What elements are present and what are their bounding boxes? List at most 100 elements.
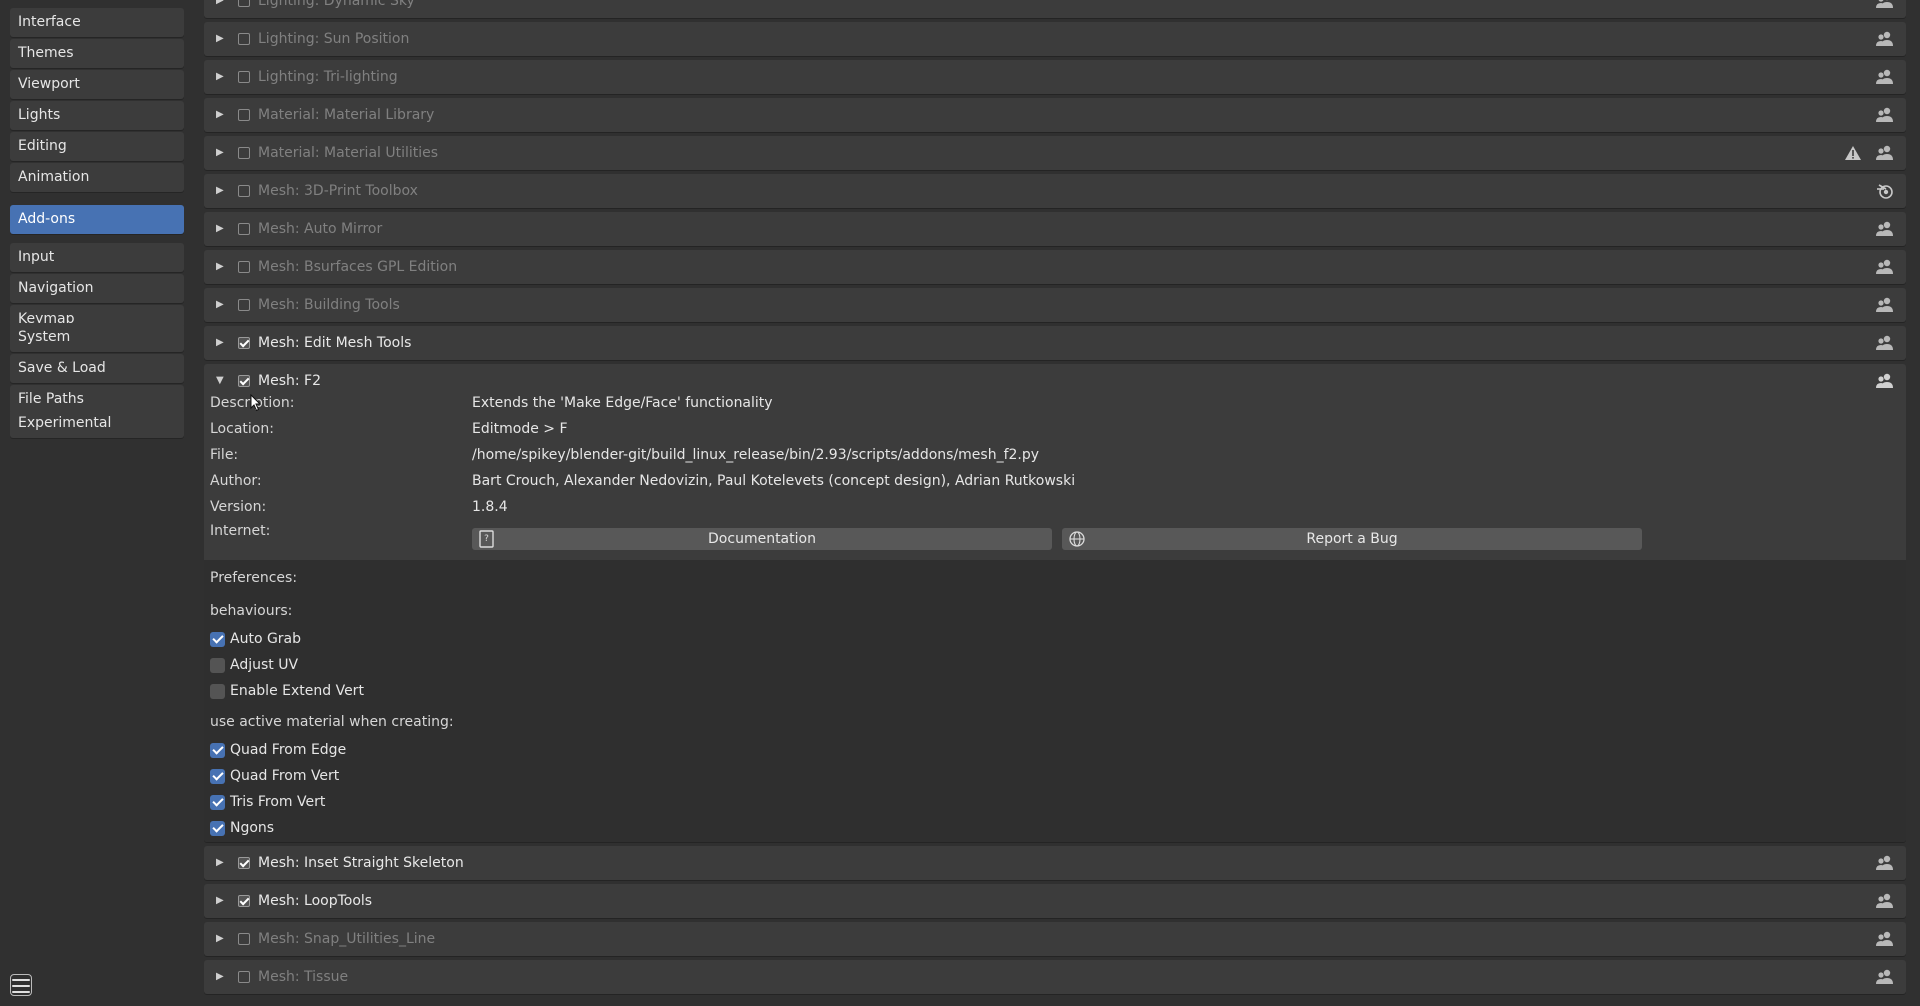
svg-text:?: ? [484,534,489,544]
enable-checkbox[interactable] [238,933,250,945]
sidebar-item-experimental[interactable]: Experimental [10,409,184,438]
checkbox[interactable] [210,769,225,784]
addon-name: Material: Material Utilities [258,145,439,161]
enable-checkbox[interactable] [238,971,250,983]
addon-name: Mesh: LoopTools [258,893,373,909]
addon-row[interactable]: ▶ Mesh: LoopTools [204,884,1906,918]
community-icon [1876,297,1893,312]
help-document-icon: ? [479,530,494,548]
addon-name: Lighting: Dynamic Sky [258,0,415,9]
addon-row[interactable]: ▶ Material: Material Library [204,98,1906,132]
checkbox[interactable] [210,743,225,758]
info-value: Editmode > F [472,421,568,437]
info-label: Location: [210,421,274,437]
expand-triangle-icon[interactable]: ▶ [216,960,224,994]
enable-checkbox[interactable] [238,375,250,387]
addon-row[interactable]: ▶ Mesh: Edit Mesh Tools [204,326,1906,360]
hamburger-menu-icon[interactable] [10,974,32,996]
checkbox-label: Adjust UV [230,657,299,673]
checkbox-label: Ngons [230,820,275,836]
addon-row[interactable]: ▶ Mesh: Tissue [204,960,1906,994]
enable-checkbox[interactable] [238,857,250,869]
addon-name: Material: Material Library [258,107,435,123]
community-icon [1876,31,1893,46]
checkbox[interactable] [210,632,225,647]
expand-triangle-icon[interactable]: ▶ [216,884,224,918]
info-value: Bart Crouch, Alexander Nedovizin, Paul K… [472,473,1076,489]
enable-checkbox[interactable] [238,337,250,349]
info-row: Author: Bart Crouch, Alexander Nedovizin,… [210,468,1900,494]
sidebar-item-add-ons[interactable]: Add-ons [10,205,184,234]
enable-checkbox[interactable] [238,33,250,45]
expand-triangle-icon[interactable]: ▶ [216,174,224,208]
addon-row[interactable]: ▶ Mesh: Bsurfaces GPL Edition [204,250,1906,284]
checkbox[interactable] [210,795,225,810]
sidebar-item-input[interactable]: Input [10,243,184,272]
enable-checkbox[interactable] [238,895,250,907]
internet-row: Internet: [210,518,1900,544]
addon-row[interactable]: ▶ Lighting: Sun Position [204,22,1906,56]
community-icon [1876,373,1893,388]
expand-triangle-icon[interactable]: ▶ [216,212,224,246]
addon-name: Mesh: Bsurfaces GPL Edition [258,259,458,275]
enable-checkbox[interactable] [238,109,250,121]
checkbox[interactable] [210,821,225,836]
expand-triangle-icon[interactable]: ▶ [216,326,224,360]
report-bug-label: Report a Bug [1306,531,1398,547]
community-icon [1876,145,1893,160]
sidebar-item-navigation[interactable]: Navigation [10,274,184,303]
expand-triangle-icon[interactable]: ▶ [216,98,224,132]
sidebar-item-animation[interactable]: Animation [10,163,184,192]
addon-row[interactable]: ▶ Mesh: Building Tools [204,288,1906,322]
addon-row[interactable]: ▶ Material: Material Utilities [204,136,1906,170]
enable-checkbox[interactable] [238,147,250,159]
addon-row[interactable]: ▶ Mesh: 3D-Print Toolbox [204,174,1906,208]
checkbox[interactable] [210,658,225,673]
addon-row[interactable]: ▶ Mesh: Snap_Utilities_Line [204,922,1906,956]
checkbox-label: Tris From Vert [230,794,326,810]
sidebar-item-interface[interactable]: Interface [10,8,184,37]
expand-triangle-icon[interactable]: ▶ [216,0,224,18]
enable-checkbox[interactable] [238,185,250,197]
addon-row[interactable]: ▶ Mesh: Inset Straight Skeleton [204,846,1906,880]
community-icon [1876,221,1893,236]
enable-checkbox[interactable] [238,0,250,7]
community-icon [1876,335,1893,350]
sidebar-item-viewport[interactable]: Viewport [10,70,184,99]
info-value: 1.8.4 [472,499,508,515]
community-icon [1876,259,1893,274]
sidebar-item-system[interactable]: System [10,323,184,352]
expand-triangle-icon[interactable]: ▶ [216,846,224,880]
sidebar-group: System Save & Load File Paths [10,323,184,416]
sidebar-item-lights[interactable]: Lights [10,101,184,130]
addon-name: Mesh: Edit Mesh Tools [258,335,412,351]
report-bug-button[interactable]: Report a Bug [1062,528,1642,550]
info-row: Description:Extends the 'Make Edge/Face'… [210,390,1900,416]
expand-triangle-icon[interactable]: ▶ [216,250,224,284]
info-value: /home/spikey/blender-git/build_linux_rel… [472,447,1040,463]
warning-icon [1845,146,1861,160]
enable-checkbox[interactable] [238,71,250,83]
sidebar-item-themes[interactable]: Themes [10,39,184,68]
enable-checkbox[interactable] [238,261,250,273]
addon-panel-mesh-f2: ▼ Mesh: F2 Description:Extends the 'Make… [204,364,1906,842]
enable-checkbox[interactable] [238,299,250,311]
expand-triangle-icon[interactable]: ▶ [216,136,224,170]
sidebar-item-editing[interactable]: Editing [10,132,184,161]
expand-triangle-icon[interactable]: ▶ [216,922,224,956]
expand-triangle-icon[interactable]: ▶ [216,288,224,322]
expand-triangle-icon[interactable]: ▶ [216,60,224,94]
preferences-label: Preferences: [210,570,298,586]
documentation-button[interactable]: ? Documentation [472,528,1052,550]
addon-name: Mesh: Snap_Utilities_Line [258,931,436,947]
addon-row[interactable]: ▶ Lighting: Tri-lighting [204,60,1906,94]
blender-official-icon [1877,184,1893,199]
addon-row[interactable]: ▶ Mesh: Auto Mirror [204,212,1906,246]
addon-row[interactable]: ▶ Lighting: Dynamic Sky [204,0,1906,18]
expand-triangle-icon[interactable]: ▶ [216,22,224,56]
enable-checkbox[interactable] [238,223,250,235]
addon-name: Mesh: 3D-Print Toolbox [258,183,418,199]
sidebar-item-save-load[interactable]: Save & Load [10,354,184,383]
community-icon [1876,969,1893,984]
checkbox[interactable] [210,684,225,699]
